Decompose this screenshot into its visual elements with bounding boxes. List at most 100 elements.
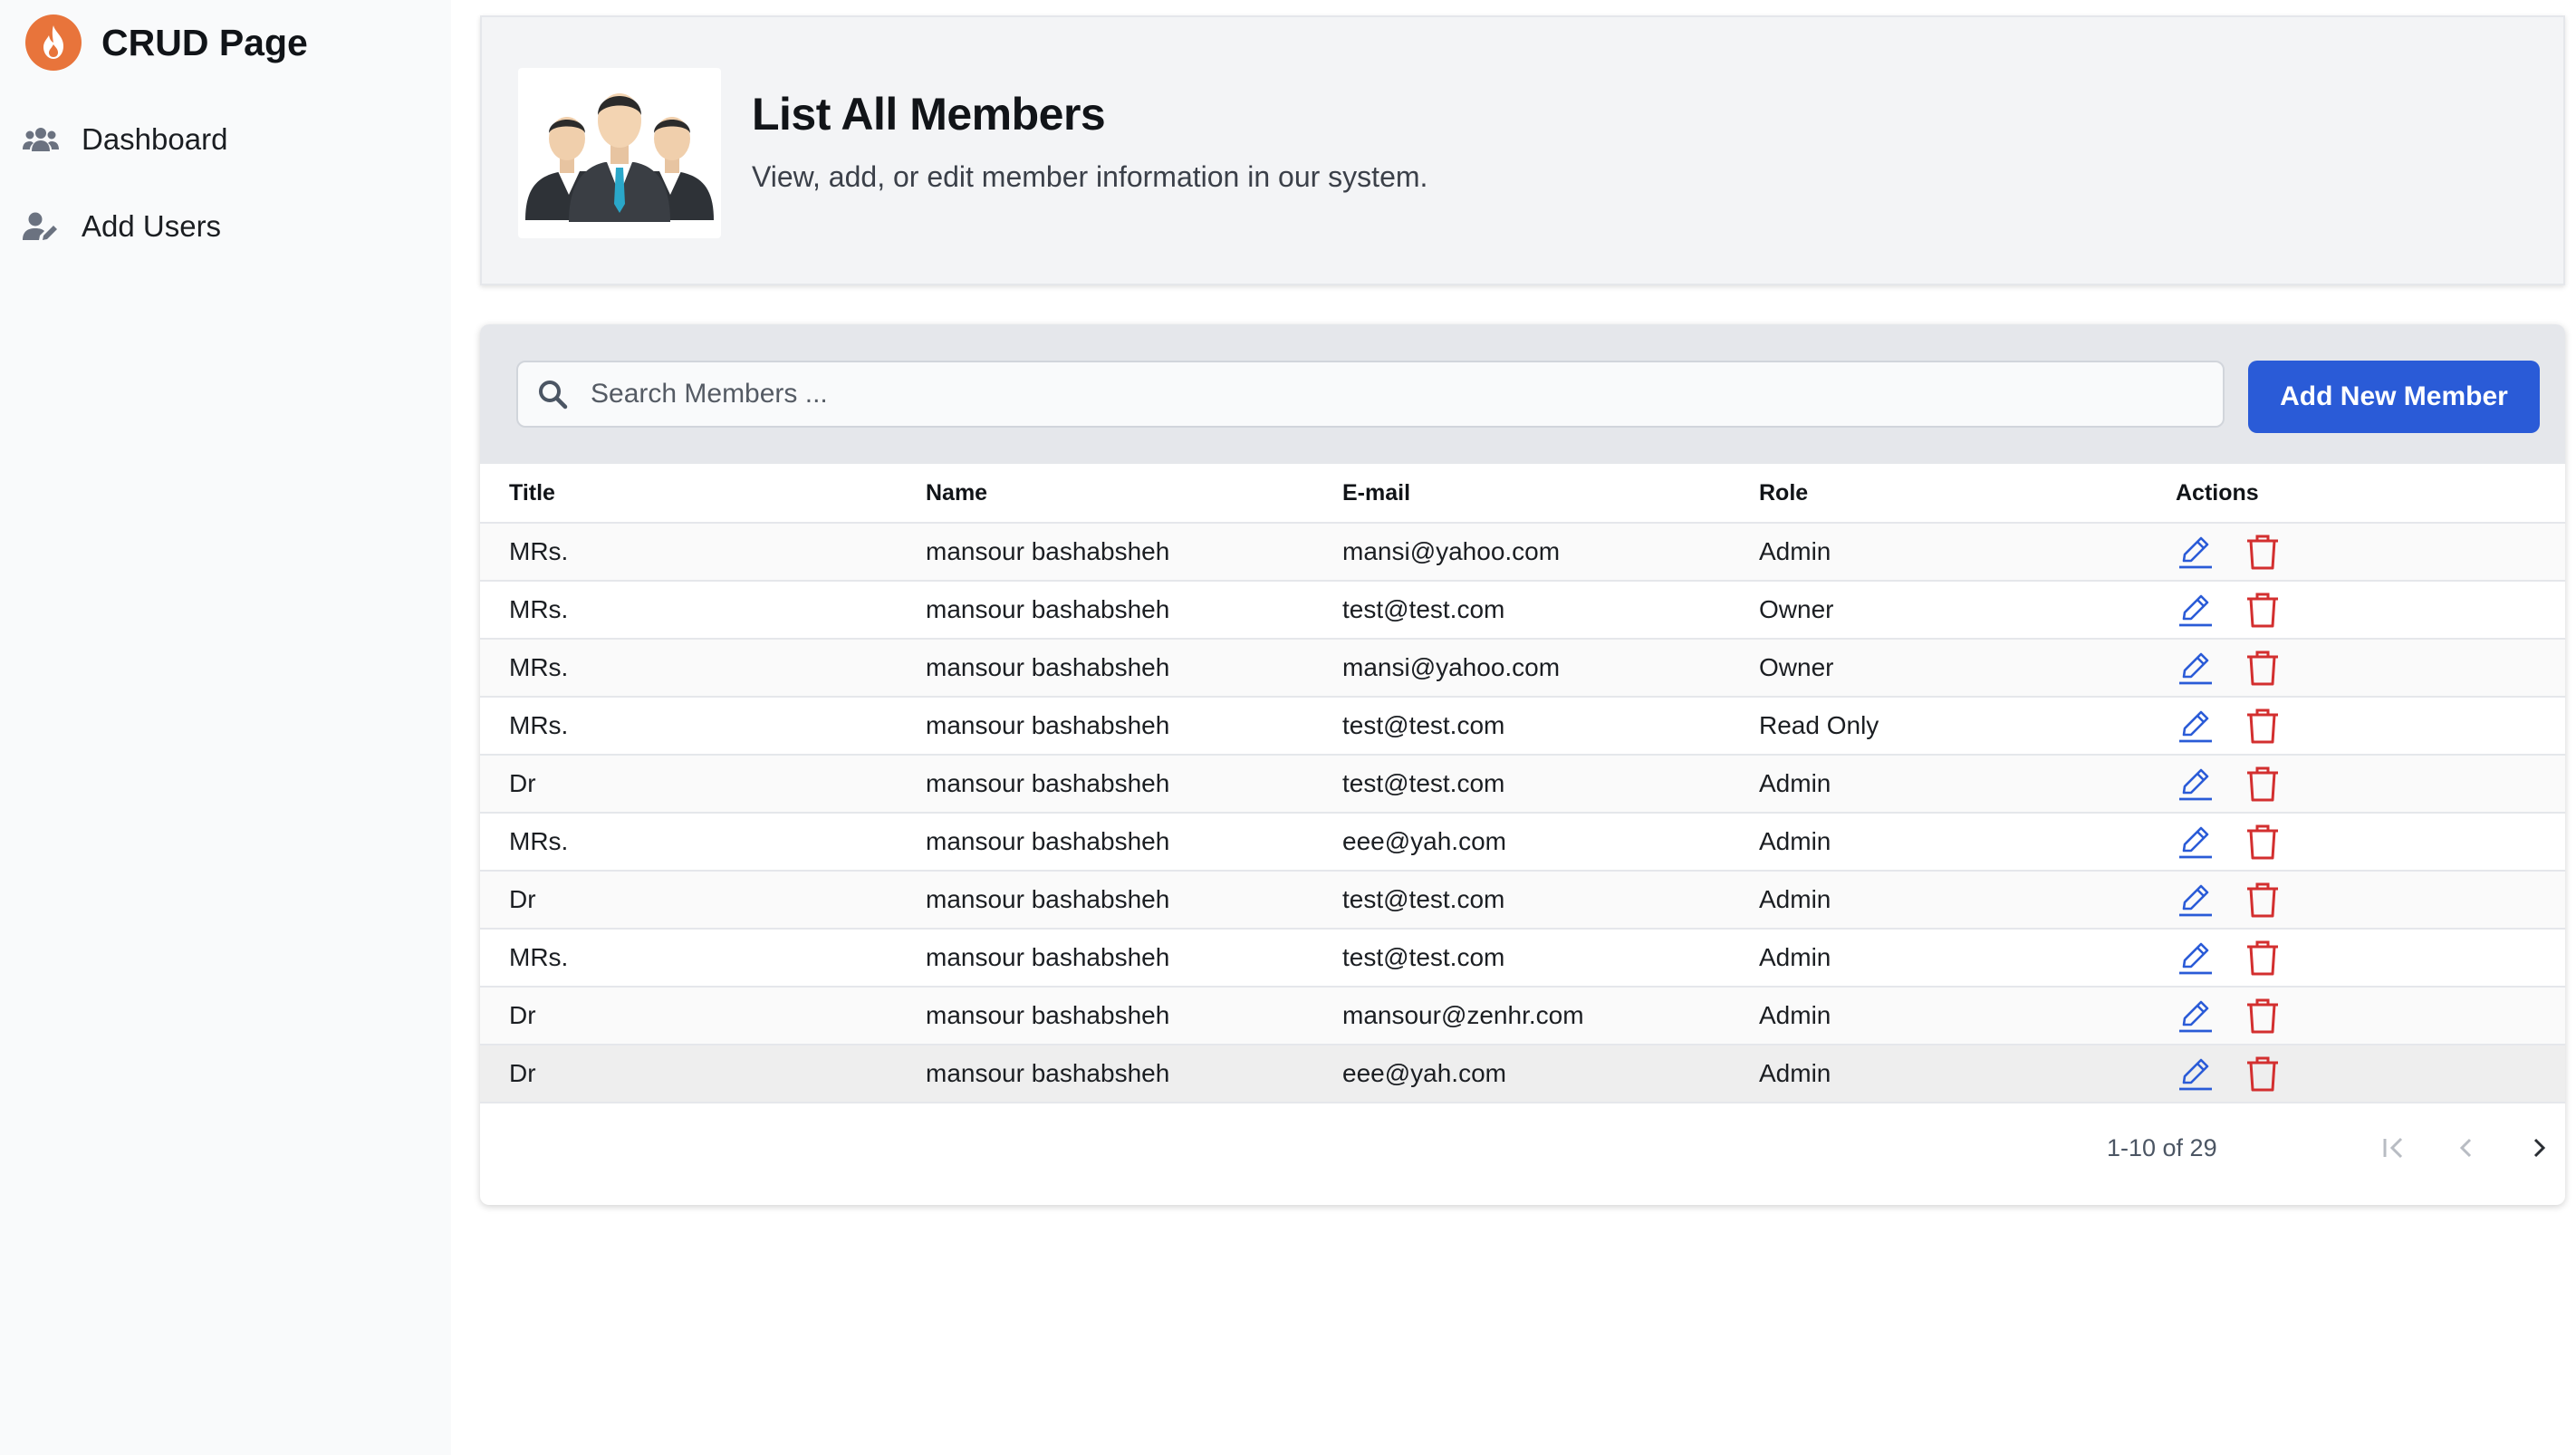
cell-actions — [2147, 871, 2565, 930]
search-input[interactable] — [589, 378, 2132, 410]
cell-title: MRs. — [480, 697, 897, 756]
first-page-button[interactable] — [2371, 1125, 2417, 1171]
table-row[interactable]: MRs. mansour bashabsheh mansi@yahoo.com Own… — [480, 639, 2565, 698]
cell-name: mansour bashabsheh — [897, 929, 1313, 988]
trash-icon[interactable] — [2243, 996, 2283, 1036]
edit-icon[interactable] — [2176, 996, 2216, 1036]
table-header-row: Title Name E-mail Role Actions — [480, 464, 2565, 524]
sidebar-item-add-users[interactable]: Add Users — [22, 203, 221, 250]
row-actions — [2176, 880, 2565, 920]
row-actions — [2176, 996, 2565, 1036]
cell-title: Dr — [480, 755, 897, 814]
edit-icon[interactable] — [2176, 880, 2216, 920]
table-row[interactable]: Dr mansour bashabsheh mansour@zenhr.com Adm… — [480, 987, 2565, 1045]
cell-name: mansour bashabsheh — [897, 639, 1313, 698]
cell-role: Admin — [1730, 929, 2147, 988]
cell-email: mansi@yahoo.com — [1313, 523, 1730, 582]
cell-name: mansour bashabsheh — [897, 523, 1313, 582]
cell-role: Admin — [1730, 813, 2147, 872]
cell-role: Admin — [1730, 1045, 2147, 1103]
cell-title: MRs. — [480, 581, 897, 640]
trash-icon[interactable] — [2243, 706, 2283, 746]
cell-role: Admin — [1730, 987, 2147, 1045]
edit-icon[interactable] — [2176, 822, 2216, 862]
row-actions — [2176, 938, 2565, 978]
table-row[interactable]: Dr mansour bashabsheh test@test.com Admin — [480, 755, 2565, 814]
cell-title: Dr — [480, 1045, 897, 1103]
next-page-button[interactable] — [2516, 1125, 2562, 1171]
cell-role: Owner — [1730, 639, 2147, 698]
column-header-email[interactable]: E-mail — [1313, 464, 1730, 524]
edit-icon[interactable] — [2176, 764, 2216, 804]
table-row[interactable]: MRs. mansour bashabsheh eee@yah.com Admin — [480, 813, 2565, 872]
column-header-role[interactable]: Role — [1730, 464, 2147, 524]
cell-actions — [2147, 755, 2565, 814]
trash-icon[interactable] — [2243, 938, 2283, 978]
edit-icon[interactable] — [2176, 1054, 2216, 1094]
trash-icon[interactable] — [2243, 764, 2283, 804]
cell-title: Dr — [480, 871, 897, 930]
table-row[interactable]: MRs. mansour bashabsheh test@test.com Read … — [480, 697, 2565, 756]
brand[interactable]: CRUD Page — [25, 14, 308, 71]
table-row[interactable]: Dr mansour bashabsheh test@test.com Admin — [480, 871, 2565, 930]
cell-email: test@test.com — [1313, 581, 1730, 640]
trash-icon[interactable] — [2243, 590, 2283, 630]
trash-icon[interactable] — [2243, 1054, 2283, 1094]
page-subtitle: View, add, or edit member information in… — [752, 160, 1428, 193]
cell-title: Dr — [480, 987, 897, 1045]
row-actions — [2176, 706, 2565, 746]
page-title: List All Members — [752, 89, 1106, 140]
trash-icon[interactable] — [2243, 822, 2283, 862]
column-header-title[interactable]: Title — [480, 464, 897, 524]
cell-email: mansi@yahoo.com — [1313, 639, 1730, 698]
members-illustration — [518, 68, 721, 238]
table-row[interactable]: MRs. mansour bashabsheh test@test.com Admin — [480, 929, 2565, 988]
edit-icon[interactable] — [2176, 590, 2216, 630]
sidebar: CRUD Page Dashboard Add Users — [0, 0, 451, 1455]
cell-actions — [2147, 987, 2565, 1045]
first-page-icon — [2383, 1137, 2403, 1159]
edit-icon[interactable] — [2176, 706, 2216, 746]
pagination-range: 1-10 of 29 — [2107, 1134, 2217, 1161]
edit-icon[interactable] — [2176, 938, 2216, 978]
table-row[interactable]: MRs. mansour bashabsheh test@test.com Owner — [480, 581, 2565, 640]
cell-actions — [2147, 1045, 2565, 1103]
page-header: List All Members View, add, or edit memb… — [480, 15, 2565, 285]
add-member-button[interactable]: Add New Member — [2248, 361, 2540, 433]
cell-title: MRs. — [480, 813, 897, 872]
chevron-left-icon — [2459, 1138, 2472, 1158]
column-header-actions: Actions — [2147, 464, 2565, 524]
edit-icon[interactable] — [2176, 532, 2216, 572]
row-actions — [2176, 822, 2565, 862]
cell-name: mansour bashabsheh — [897, 755, 1313, 814]
row-actions — [2176, 764, 2565, 804]
trash-icon[interactable] — [2243, 648, 2283, 688]
sidebar-item-dashboard[interactable]: Dashboard — [22, 116, 227, 163]
sidebar-item-label: Add Users — [82, 209, 222, 243]
trash-icon[interactable] — [2243, 532, 2283, 572]
user-edit-icon — [23, 212, 57, 240]
edit-icon[interactable] — [2176, 648, 2216, 688]
cell-email: test@test.com — [1313, 929, 1730, 988]
trash-icon[interactable] — [2243, 880, 2283, 920]
cell-email: test@test.com — [1313, 755, 1730, 814]
app-title: CRUD Page — [101, 21, 308, 63]
cell-actions — [2147, 697, 2565, 756]
cell-title: MRs. — [480, 639, 897, 698]
search-icon — [539, 381, 568, 410]
members-table: Title Name E-mail Role Actions MRs. manso… — [480, 464, 2565, 1103]
search-box[interactable] — [516, 361, 2225, 428]
cell-role: Admin — [1730, 523, 2147, 582]
chevron-right-icon — [2533, 1138, 2546, 1158]
cell-title: MRs. — [480, 929, 897, 988]
table-row[interactable]: Dr mansour bashabsheh eee@yah.com Admin — [480, 1045, 2565, 1103]
cell-role: Read Only — [1730, 697, 2147, 756]
toolbar: Add New Member — [480, 324, 2565, 464]
table-row[interactable]: MRs. mansour bashabsheh mansi@yahoo.com Adm… — [480, 523, 2565, 582]
prev-page-button[interactable] — [2444, 1125, 2489, 1171]
cell-actions — [2147, 581, 2565, 640]
cell-name: mansour bashabsheh — [897, 1045, 1313, 1103]
row-actions — [2176, 648, 2565, 688]
cell-role: Owner — [1730, 581, 2147, 640]
column-header-name[interactable]: Name — [897, 464, 1313, 524]
